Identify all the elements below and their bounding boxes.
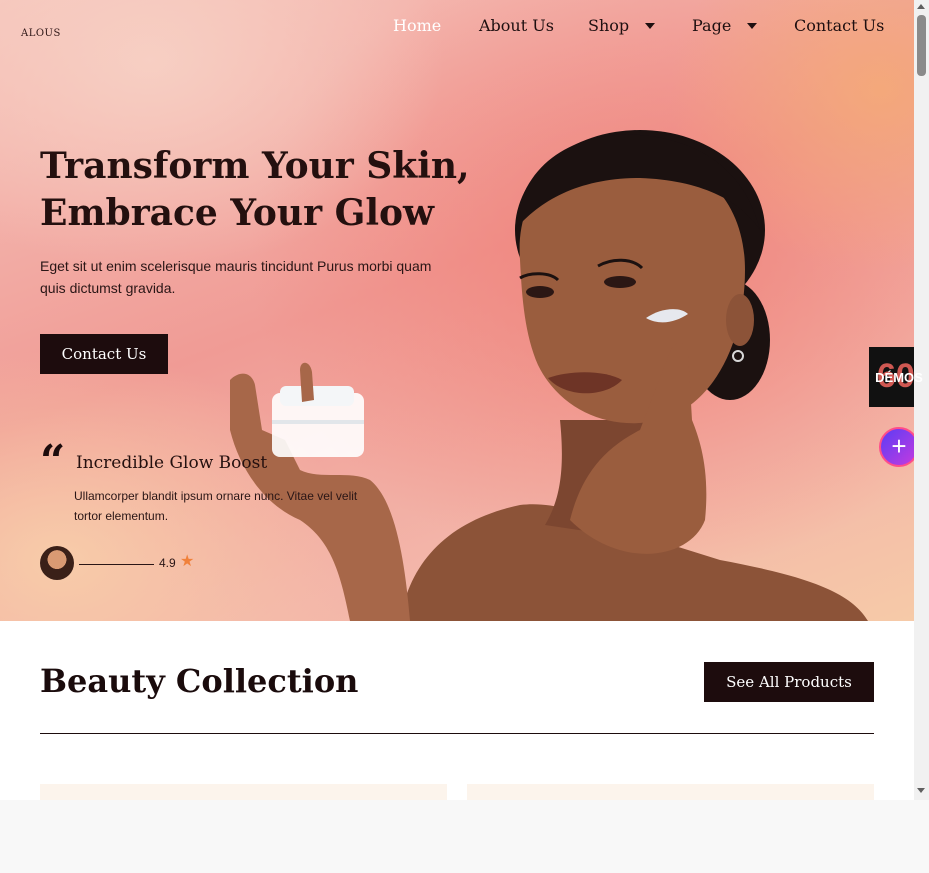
avatar [40,546,74,580]
nav-item-label: Page [692,16,732,35]
section-divider [40,733,874,734]
hero-title: Transform Your Skin, Embrace Your Glow [40,143,470,237]
section-title: Beauty Collection [40,662,359,700]
nav-item-label: Contact Us [794,16,885,35]
nav-item-label: About Us [479,16,554,35]
scrollbar-thumb[interactable] [917,15,926,76]
demos-label: DÉMOS [875,369,923,385]
nav-item-about-us[interactable]: About Us [479,16,554,35]
product-card[interactable] [40,784,447,800]
plus-icon[interactable]: + [879,427,919,467]
hero-section: ALOUS Home About Us Shop Page Contact Us… [0,0,914,621]
nav-item-shop[interactable]: Shop [588,16,656,35]
nav-item-contact-us[interactable]: Contact Us [794,16,884,35]
model-illustration [230,130,868,621]
testimonial-text: Ullamcorper blandit ipsum ornare nunc. V… [74,489,358,523]
scroll-down-arrow-icon[interactable] [917,788,925,793]
quote-icon: “ [40,436,66,487]
brand-logo[interactable]: ALOUS [21,28,61,39]
nav-item-home[interactable]: Home [393,16,441,35]
hero-description: Eget sit ut enim scelerisque mauris tinc… [40,258,432,296]
caret-down-icon [645,22,656,29]
nav-item-label: Shop [588,16,630,35]
divider-line [79,564,154,565]
star-icon: ★ [180,553,195,570]
scroll-up-arrow-icon[interactable] [917,4,925,9]
caret-down-icon [747,22,758,29]
hero-title-line-1: Transform Your Skin, [40,145,470,187]
hero-title-line-2: Embrace Your Glow [40,192,435,234]
vertical-scrollbar[interactable] [914,0,929,800]
contact-us-button[interactable]: Contact Us [40,334,168,374]
see-all-products-button[interactable]: See All Products [704,662,874,702]
product-card[interactable] [467,784,874,800]
page-viewport: ALOUS Home About Us Shop Page Contact Us… [0,0,914,800]
testimonial-title: Incredible Glow Boost [76,453,268,473]
rating-value: 4.9 [159,556,176,570]
nav-item-page[interactable]: Page [692,16,758,35]
nav-item-label: Home [393,16,442,35]
